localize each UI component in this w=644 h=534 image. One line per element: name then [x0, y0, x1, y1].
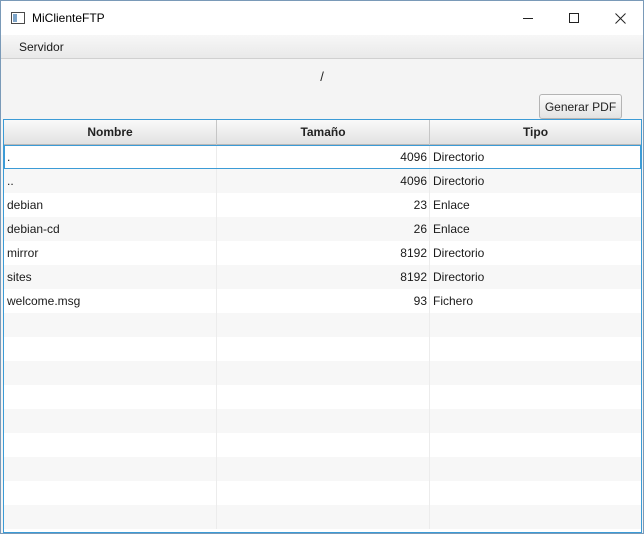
table-row-empty[interactable] — [4, 457, 641, 481]
cell-name: welcome.msg — [4, 289, 217, 313]
cell-name — [4, 481, 217, 505]
table-row-empty[interactable] — [4, 481, 641, 505]
cell-size — [217, 409, 430, 433]
cell-size — [217, 433, 430, 457]
cell-type: Directorio — [433, 174, 485, 188]
cell-type: Directorio — [433, 150, 485, 164]
cell-size: 23 — [217, 193, 430, 217]
menu-bar: Servidor — [1, 35, 643, 59]
cell-type: Directorio — [433, 246, 485, 260]
cell-name: mirror — [4, 241, 217, 265]
cell-size: 26 — [217, 217, 430, 241]
cell-name — [4, 457, 217, 481]
cell-type: Enlace — [433, 222, 470, 236]
cell-type: Enlace — [433, 198, 470, 212]
cell-name — [4, 385, 217, 409]
table-row[interactable]: sites 8192 Directorio — [4, 265, 641, 289]
cell-size — [217, 313, 430, 337]
table-row[interactable]: . 4096 Directorio — [4, 145, 641, 169]
cell-size — [217, 385, 430, 409]
cell-type — [430, 385, 641, 409]
cell-name — [4, 433, 217, 457]
cell-size: 8192 — [217, 241, 430, 265]
cell-type — [430, 457, 641, 481]
generate-pdf-button[interactable]: Generar PDF — [539, 94, 622, 119]
app-window: MiClienteFTP Servidor / Generar PDF Nomb… — [0, 0, 644, 534]
app-icon — [11, 12, 25, 24]
close-icon — [614, 12, 626, 24]
maximize-button[interactable] — [551, 1, 597, 35]
cell-name — [4, 361, 217, 385]
cell-name: sites — [4, 265, 217, 289]
cell-type: Fichero — [433, 294, 474, 308]
column-header-size[interactable]: Tamaño — [217, 120, 430, 145]
cell-type — [430, 433, 641, 457]
minimize-icon — [523, 18, 533, 19]
window-title: MiClienteFTP — [32, 11, 105, 25]
table-row[interactable]: welcome.msg 93 Fichero — [4, 289, 641, 313]
maximize-icon — [569, 13, 579, 23]
close-button[interactable] — [597, 1, 643, 35]
cell-name: debian-cd — [4, 217, 217, 241]
cell-size: 8192 — [217, 265, 430, 289]
cell-type — [430, 337, 641, 361]
cell-name — [4, 409, 217, 433]
cell-name — [4, 505, 217, 529]
cell-size: 93 — [217, 289, 430, 313]
table-row-empty[interactable] — [4, 433, 641, 457]
table-row-empty[interactable] — [4, 505, 641, 529]
cell-type — [430, 313, 641, 337]
column-header-type[interactable]: Tipo — [430, 120, 641, 145]
cell-size — [217, 457, 430, 481]
cell-size — [217, 481, 430, 505]
cell-size — [217, 505, 430, 529]
table-row-empty[interactable] — [4, 337, 641, 361]
table-row[interactable]: .. 4096 Directorio — [4, 169, 641, 193]
table-body: . 4096 Directorio.. 4096 Directorio debian 23 E… — [4, 145, 641, 529]
column-header-name[interactable]: Nombre — [4, 120, 217, 145]
menu-servidor[interactable]: Servidor — [13, 39, 70, 55]
table-row-empty[interactable] — [4, 313, 641, 337]
cell-size: 4096 — [217, 169, 430, 193]
cell-name: . — [4, 145, 217, 169]
cell-name — [4, 337, 217, 361]
title-bar[interactable]: MiClienteFTP — [1, 1, 643, 35]
minimize-button[interactable] — [505, 1, 551, 35]
cell-size — [217, 337, 430, 361]
table-row-empty[interactable] — [4, 409, 641, 433]
cell-name — [4, 313, 217, 337]
cell-name: debian — [4, 193, 217, 217]
table-header: Nombre Tamaño Tipo — [4, 120, 641, 145]
cell-type — [430, 361, 641, 385]
cell-type — [430, 409, 641, 433]
cell-type — [430, 505, 641, 529]
cell-type: Directorio — [433, 270, 485, 284]
cell-size: 4096 — [217, 145, 430, 169]
file-table[interactable]: Nombre Tamaño Tipo . 4096 Directorio.. 4096… — [3, 119, 642, 533]
table-row-empty[interactable] — [4, 385, 641, 409]
current-path: / — [320, 69, 324, 84]
cell-size — [217, 361, 430, 385]
table-row[interactable]: debian-cd 26 Enlace — [4, 217, 641, 241]
table-row[interactable]: mirror 8192 Directorio — [4, 241, 641, 265]
table-row-empty[interactable] — [4, 361, 641, 385]
cell-type — [430, 481, 641, 505]
cell-name: .. — [4, 169, 217, 193]
table-row[interactable]: debian 23 Enlace — [4, 193, 641, 217]
